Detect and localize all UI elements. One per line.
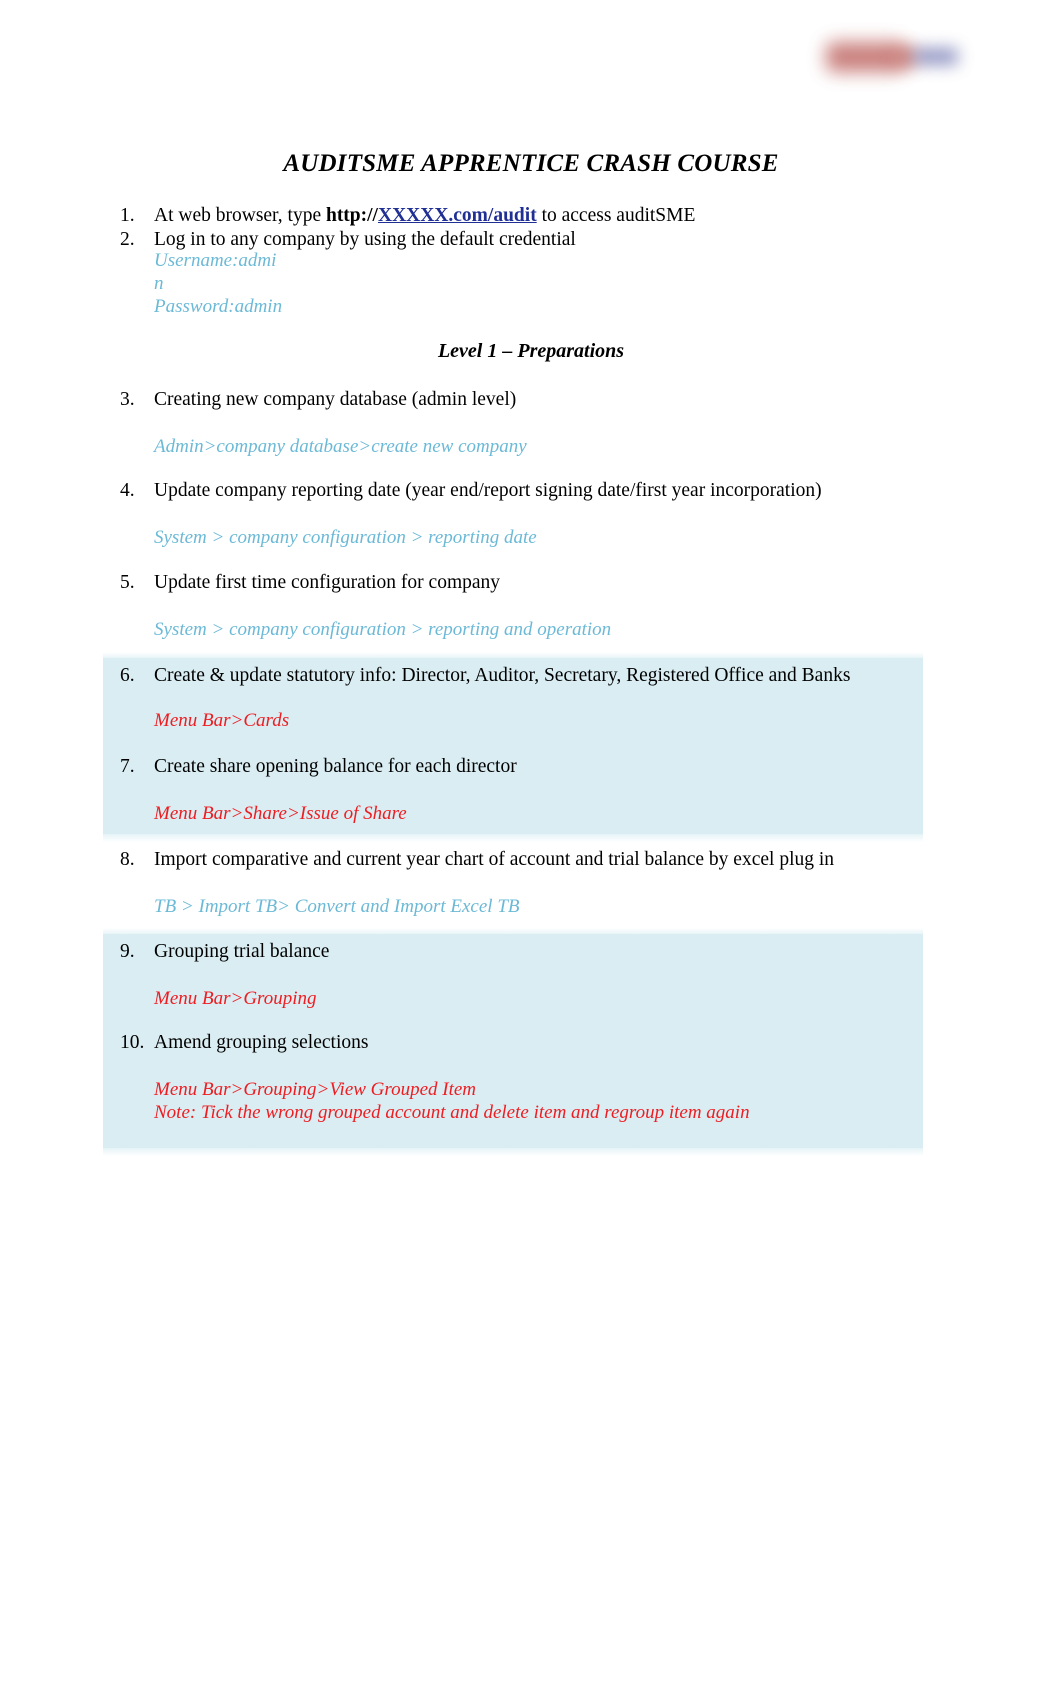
list-item-5-path: System > company configuration > reporti… bbox=[154, 619, 612, 640]
list-item-6-path: Menu Bar>Cards bbox=[154, 710, 290, 731]
list-item-8-path: TB > Import TB> Convert and Import Excel… bbox=[154, 896, 520, 917]
list-item-4-path: System > company configuration > reporti… bbox=[154, 527, 537, 548]
list-item-3-text: Creating new company database (admin lev… bbox=[154, 389, 517, 410]
list-item-4: 4. Update company reporting date (year en… bbox=[120, 478, 1000, 504]
list-item-5-text: Update first time configuration for comp… bbox=[154, 572, 501, 593]
list-item-9: 9. Grouping trial balance bbox=[120, 939, 920, 965]
list-item-4-text: Update company reporting date (year end/… bbox=[154, 480, 822, 501]
list-item-1-url-link[interactable]: XXXXX.com/audit bbox=[378, 205, 537, 226]
document-page: AUDITSME APPRENTICE CRASH COURSE 1. At we… bbox=[0, 0, 1062, 1686]
list-item-2-number: 2. bbox=[120, 229, 135, 250]
credential-password: Password:admin bbox=[154, 296, 283, 317]
list-item-1-number: 1. bbox=[120, 205, 135, 226]
list-item-10: 10. Amend grouping selections bbox=[120, 1030, 920, 1056]
list-item-8-text: Import comparative and current year char… bbox=[154, 849, 835, 870]
credential-username-wrap: n bbox=[154, 273, 164, 294]
list-item-6-text: Create & update statutory info: Director… bbox=[154, 665, 851, 686]
list-item-1: 1. At web browser, type http://XXXXX.com/… bbox=[120, 203, 920, 229]
list-item-9-number: 9. bbox=[120, 941, 135, 962]
list-item-1-text-before: At web browser, type bbox=[154, 205, 326, 226]
list-item-1-text-after: to access auditSME bbox=[536, 205, 696, 226]
list-item-10-path: Menu Bar>Grouping>View Grouped Item bbox=[154, 1079, 477, 1100]
list-item-2-text: Log in to any company by using the defau… bbox=[154, 229, 576, 250]
list-item-7-path: Menu Bar>Share>Issue of Share bbox=[154, 803, 407, 824]
company-logo-redacted bbox=[818, 34, 958, 88]
list-item-10-note: Note: Tick the wrong grouped account and… bbox=[154, 1102, 750, 1123]
list-item-7-text: Create share opening balance for each di… bbox=[154, 756, 517, 777]
list-item-5: 5. Update first time configuration for co… bbox=[120, 570, 920, 596]
list-item-10-text: Amend grouping selections bbox=[154, 1032, 369, 1053]
list-item-4-number: 4. bbox=[120, 480, 135, 501]
list-item-3-number: 3. bbox=[120, 389, 135, 410]
section-heading-level-1: Level 1 – Preparations bbox=[437, 340, 625, 362]
list-item-8-number: 8. bbox=[120, 849, 135, 870]
credential-username: Username:admi bbox=[154, 250, 277, 271]
list-item-10-number: 10. bbox=[120, 1032, 145, 1053]
logo-bar-accent bbox=[914, 48, 958, 65]
list-item-7-number: 7. bbox=[120, 756, 135, 777]
list-item-6-number: 6. bbox=[120, 665, 135, 686]
list-item-8: 8. Import comparative and current year ch… bbox=[120, 847, 1000, 873]
list-item-6: 6. Create & update statutory info: Direct… bbox=[120, 663, 1000, 689]
list-item-7: 7. Create share opening balance for each … bbox=[120, 754, 920, 780]
list-item-3: 3. Creating new company database (admin l… bbox=[120, 387, 920, 413]
list-item-5-number: 5. bbox=[120, 572, 135, 593]
list-item-1-url-scheme: http:// bbox=[325, 205, 378, 226]
document-title: AUDITSME APPRENTICE CRASH COURSE bbox=[283, 150, 779, 177]
list-item-3-path: Admin>company database>create new compan… bbox=[154, 436, 527, 457]
list-item-9-path: Menu Bar>Grouping bbox=[154, 988, 317, 1009]
list-item-9-text: Grouping trial balance bbox=[154, 941, 330, 962]
